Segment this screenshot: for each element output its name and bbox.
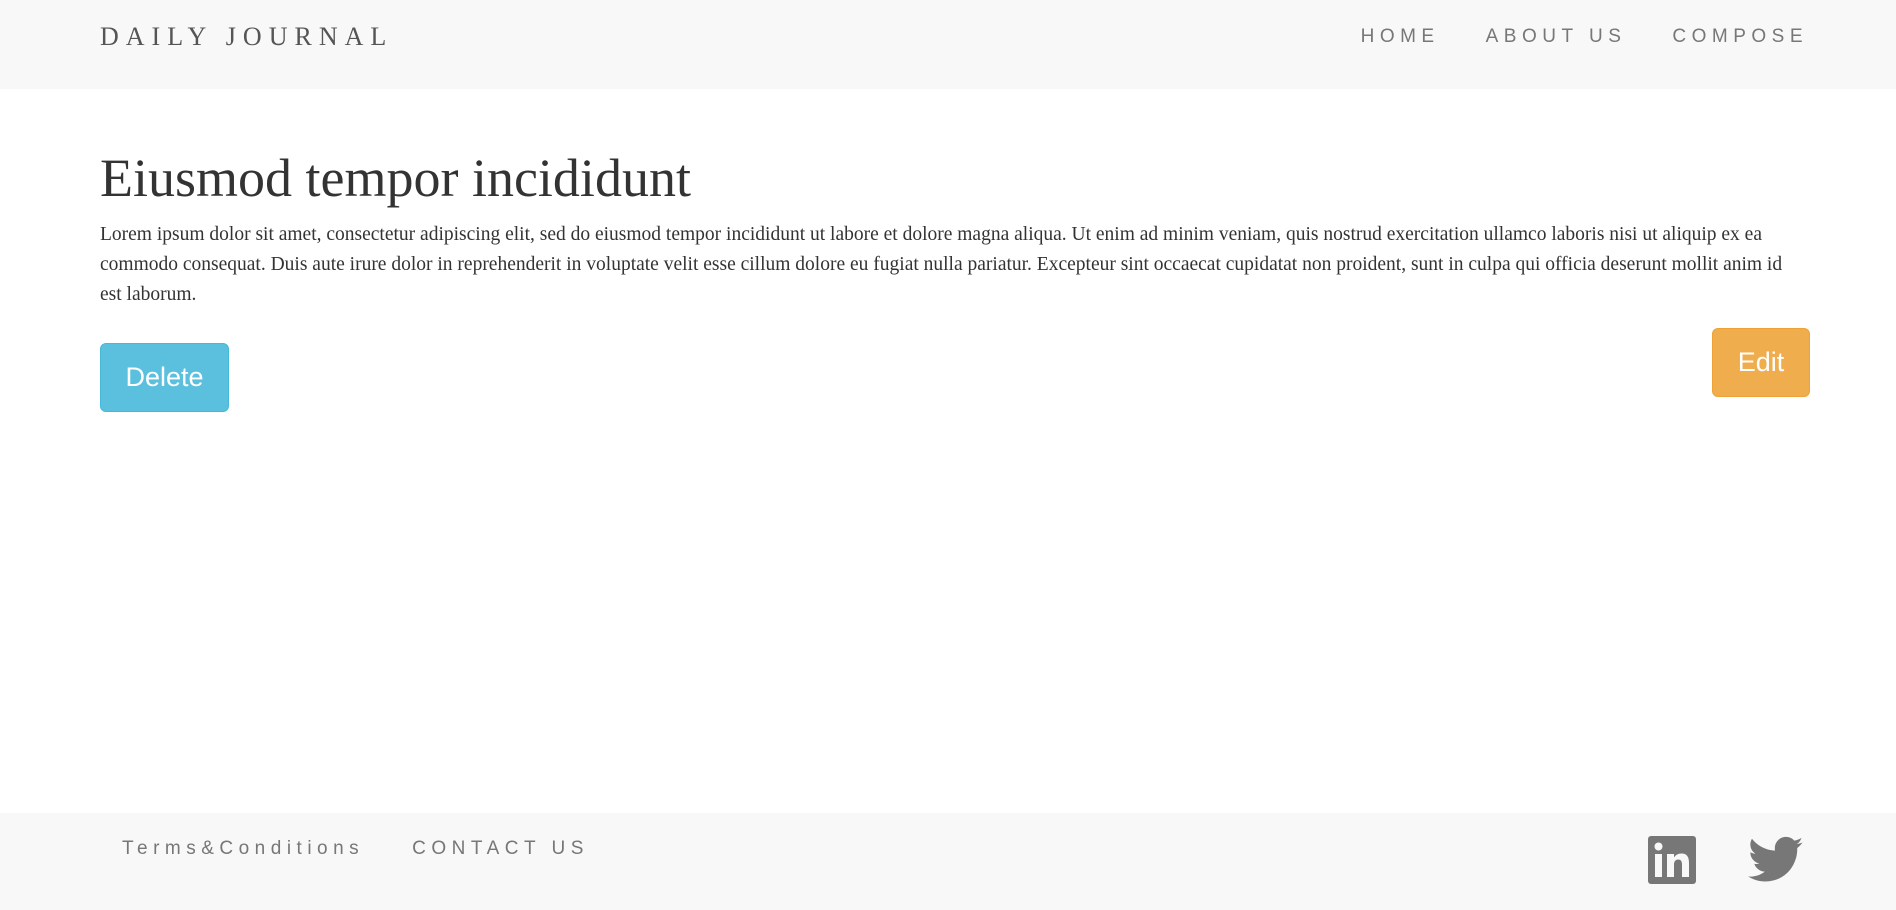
edit-button[interactable]: Edit xyxy=(1712,328,1810,397)
post-body: Lorem ipsum dolor sit amet, consectetur … xyxy=(100,224,1783,305)
top-navbar: DAILY JOURNAL HOME ABOUT US COMPOSE xyxy=(0,0,1896,89)
linkedin-icon[interactable] xyxy=(1648,836,1696,889)
nav-home-link[interactable]: HOME xyxy=(1361,26,1440,48)
post-title: Eiusmod tempor incididunt xyxy=(100,148,691,208)
twitter-icon[interactable] xyxy=(1748,836,1804,889)
contact-us-link[interactable]: CONTACT US xyxy=(412,838,589,860)
nav-compose-link[interactable]: COMPOSE xyxy=(1672,26,1808,48)
delete-button[interactable]: Delete xyxy=(100,343,229,412)
terms-conditions-link[interactable]: Terms&Conditions xyxy=(122,838,364,860)
footer xyxy=(0,813,1896,910)
nav-links: HOME ABOUT US COMPOSE xyxy=(1361,26,1808,48)
brand-logo[interactable]: DAILY JOURNAL xyxy=(100,22,393,52)
post-content: Eiusmod tempor incididunt Lorem ipsum do… xyxy=(100,148,1800,310)
nav-about-link[interactable]: ABOUT US xyxy=(1486,26,1627,48)
footer-links: Terms&Conditions CONTACT US xyxy=(122,838,589,860)
